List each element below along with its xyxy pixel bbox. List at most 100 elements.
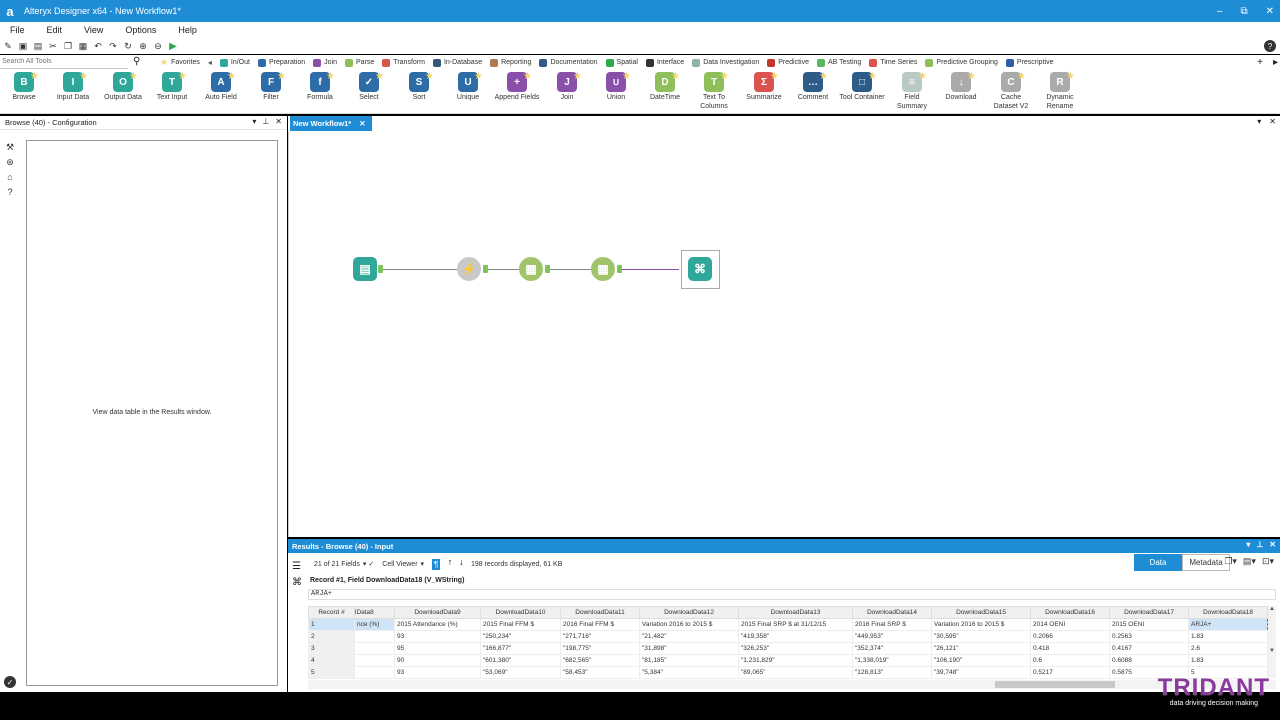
table-cell[interactable]: "250,234" bbox=[480, 630, 561, 643]
tool-input-data[interactable]: I ★ Input Data bbox=[50, 72, 96, 102]
tool-text-input[interactable]: T ★ Text Input bbox=[149, 72, 195, 102]
info-icon[interactable]: ? bbox=[4, 186, 16, 198]
menu-file[interactable]: File bbox=[10, 25, 25, 35]
table-cell[interactable]: 0.2066 bbox=[1030, 630, 1110, 643]
panel-dropdown-icon[interactable]: ▾ bbox=[252, 117, 256, 126]
tool-cache-dataset-v2[interactable]: C ★ Cache Dataset V2 bbox=[988, 72, 1034, 111]
favorite-star-icon[interactable]: ★ bbox=[474, 72, 483, 82]
table-cell[interactable]: "106,190" bbox=[931, 654, 1031, 667]
search-tools-input[interactable] bbox=[0, 55, 128, 69]
table-cell[interactable]: "53,069" bbox=[480, 666, 561, 679]
table-cell[interactable] bbox=[354, 666, 395, 679]
record-number-cell[interactable]: 2 bbox=[308, 630, 355, 643]
favorite-star-icon[interactable]: ★ bbox=[277, 72, 286, 82]
favorite-star-icon[interactable]: ★ bbox=[79, 72, 88, 82]
table-cell[interactable]: "1,338,019" bbox=[852, 654, 932, 667]
tool-select[interactable]: ✓ ★ Select bbox=[346, 72, 392, 102]
menu-help[interactable]: Help bbox=[178, 25, 197, 35]
table-cell[interactable]: "89,065" bbox=[738, 666, 853, 679]
favorite-star-icon[interactable]: ★ bbox=[967, 72, 976, 82]
fields-selector[interactable]: 21 of 21 Fields ▾ ✓ bbox=[314, 560, 374, 569]
tab-category-in-database[interactable]: In-Database bbox=[432, 58, 482, 67]
column-header[interactable]: DownloadData11 bbox=[560, 606, 640, 619]
favorite-star-icon[interactable]: ★ bbox=[1017, 72, 1026, 82]
tabs-dropdown-icon[interactable]: ▾ bbox=[1257, 117, 1261, 126]
record-number-cell[interactable]: 1 bbox=[308, 618, 355, 631]
zoom-in-icon[interactable]: ⊕ bbox=[138, 41, 148, 51]
table-cell[interactable]: 0.4167 bbox=[1109, 642, 1189, 655]
record-number-cell[interactable]: 5 bbox=[308, 666, 355, 679]
table-cell[interactable]: "419,358" bbox=[738, 630, 853, 643]
tool-formula[interactable]: f ★ Formula bbox=[297, 72, 343, 102]
table-cell[interactable]: ARJA+ bbox=[1188, 618, 1268, 631]
output-anchor[interactable] bbox=[378, 265, 383, 273]
sort-up-icon[interactable]: ⭡ bbox=[448, 560, 451, 568]
tool-browse[interactable]: B ★ Browse bbox=[1, 72, 47, 102]
table-cell[interactable] bbox=[354, 642, 395, 655]
table-cell[interactable]: 90 bbox=[394, 654, 481, 667]
table-cell[interactable]: 2015 Final SRP $ at 31/12/15 bbox=[738, 618, 853, 631]
table-cell[interactable]: 95 bbox=[394, 642, 481, 655]
tool-filter[interactable]: F ★ Filter bbox=[248, 72, 294, 102]
table-cell[interactable]: 0.6088 bbox=[1109, 654, 1189, 667]
scroll-thumb[interactable] bbox=[995, 681, 1115, 688]
table-cell[interactable]: 2015 Attendance (%) bbox=[394, 618, 481, 631]
tool-output-data[interactable]: O ★ Output Data bbox=[100, 72, 146, 102]
close-panel-icon[interactable]: ✕ bbox=[275, 117, 282, 126]
tool-union[interactable]: ∪ ★ Union bbox=[593, 72, 639, 102]
close-icon[interactable]: ✕ bbox=[1266, 6, 1274, 17]
table-cell[interactable]: "198,775" bbox=[560, 642, 640, 655]
search-icon[interactable]: ⚲ bbox=[133, 56, 140, 67]
cut-icon[interactable]: ✂ bbox=[48, 41, 58, 51]
metadata-tab[interactable]: Metadata bbox=[1182, 554, 1230, 571]
pilcrow-icon[interactable]: ¶ bbox=[432, 558, 441, 570]
maximize-icon[interactable]: ⧉ bbox=[1240, 6, 1247, 17]
save-results-icon[interactable]: ▤▾ bbox=[1243, 556, 1256, 567]
cell-value-field[interactable]: ARJA+ bbox=[308, 589, 1276, 600]
tab-category-predictive[interactable]: Predictive bbox=[767, 58, 809, 67]
table-row[interactable]: 4 90 "601,380" "682,565" "81,185" "1,231,829"… bbox=[308, 654, 1268, 667]
results-close-icon[interactable]: ✕ bbox=[1269, 540, 1276, 549]
table-cell[interactable]: Variation 2016 to 2015 $ bbox=[931, 618, 1031, 631]
tab-category-time-series[interactable]: Time Series bbox=[869, 58, 917, 67]
column-header[interactable]: DownloadData12 bbox=[639, 606, 739, 619]
favorite-star-icon[interactable]: ★ bbox=[425, 72, 434, 82]
table-cell[interactable]: 93 bbox=[394, 630, 481, 643]
horizontal-scrollbar[interactable] bbox=[308, 680, 1276, 689]
tab-category-prescriptive[interactable]: Prescriptive bbox=[1005, 58, 1053, 67]
table-cell[interactable]: "30,595" bbox=[931, 630, 1031, 643]
tool-datetime[interactable]: D ★ DateTime bbox=[642, 72, 688, 102]
favorite-star-icon[interactable]: ★ bbox=[30, 72, 39, 82]
table-row[interactable]: 5 93 "53,069" "58,453" "5,384" "89,065" "128,8… bbox=[308, 666, 1268, 679]
tool-download[interactable]: ↓ ★ Download bbox=[938, 72, 984, 102]
tab-category-spatial[interactable]: Spatial bbox=[605, 58, 638, 67]
table-cell[interactable]: "58,453" bbox=[560, 666, 640, 679]
table-cell[interactable]: "682,565" bbox=[560, 654, 640, 667]
column-header[interactable]: DownloadData16 bbox=[1030, 606, 1110, 619]
table-cell[interactable]: "601,380" bbox=[480, 654, 561, 667]
favorite-star-icon[interactable]: ★ bbox=[770, 72, 779, 82]
table-cell[interactable]: 2.6 bbox=[1188, 642, 1268, 655]
zoom-out-icon[interactable]: ⊖ bbox=[153, 41, 163, 51]
table-cell[interactable]: nce (%) bbox=[354, 618, 395, 631]
tool-field-summary[interactable]: ≡ ★ Field Summary bbox=[889, 72, 935, 111]
table-cell[interactable]: 2016 Final SRP $ bbox=[852, 618, 932, 631]
undo-icon[interactable]: ↶ bbox=[93, 41, 103, 51]
column-header[interactable]: DownloadData15 bbox=[931, 606, 1031, 619]
table-row[interactable]: 1 nce (%) 2015 Attendance (%) 2015 Final FF… bbox=[308, 618, 1268, 631]
table-cell[interactable]: "1,231,829" bbox=[738, 654, 853, 667]
text-to-columns-node[interactable]: ▦ bbox=[519, 257, 543, 281]
minimize-icon[interactable]: – bbox=[1217, 6, 1223, 17]
tab-category-join[interactable]: Join bbox=[313, 58, 337, 67]
favorite-star-icon[interactable]: ★ bbox=[523, 72, 532, 82]
copy-results-icon[interactable]: ❐▾ bbox=[1224, 556, 1237, 567]
favorite-star-icon[interactable]: ★ bbox=[227, 72, 236, 82]
new-workflow-icon[interactable]: ✎ bbox=[3, 41, 13, 51]
favorite-star-icon[interactable]: ★ bbox=[819, 72, 828, 82]
menu-edit[interactable]: Edit bbox=[47, 25, 63, 35]
tab-category-ab-testing[interactable]: AB Testing bbox=[816, 58, 861, 67]
copy-icon[interactable]: ❐ bbox=[63, 41, 73, 51]
scroll-left-icon[interactable]: ◂ bbox=[208, 58, 212, 67]
tab-category-documentation[interactable]: Documentation bbox=[539, 58, 598, 67]
close-canvas-icon[interactable]: ✕ bbox=[1269, 117, 1276, 126]
